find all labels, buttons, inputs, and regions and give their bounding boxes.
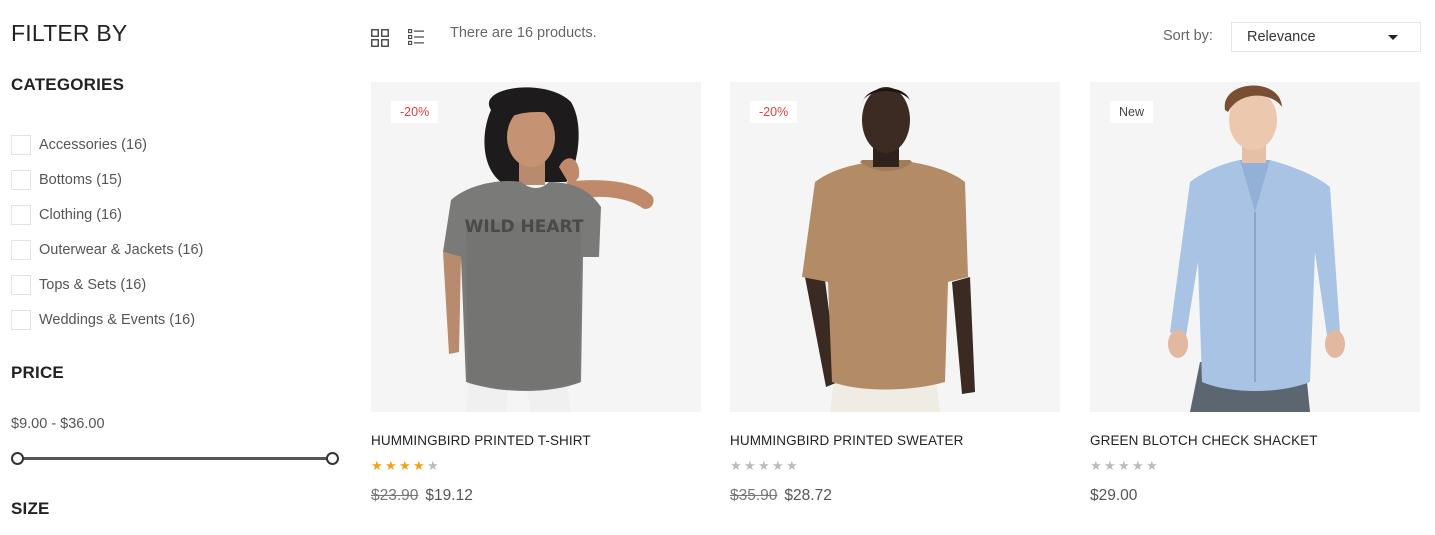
product-image[interactable]: -20%: [730, 82, 1060, 412]
sort-select[interactable]: Relevance: [1231, 22, 1421, 52]
category-checkbox[interactable]: [11, 274, 31, 295]
size-title: SIZE: [11, 499, 50, 518]
category-item-accessories[interactable]: Accessories (16): [11, 127, 203, 162]
sort-value: Relevance: [1247, 29, 1316, 45]
price-slider-max-handle[interactable]: [326, 452, 339, 465]
product-image[interactable]: WILD HEART -20%: [371, 82, 701, 412]
new-badge: New: [1110, 101, 1154, 123]
product-name[interactable]: HUMMINGBIRD PRINTED SWEATER: [730, 433, 963, 448]
price-slider-track: [17, 457, 333, 460]
discount-badge: -20%: [750, 101, 798, 123]
discount-badge: -20%: [391, 101, 439, 123]
category-item-bottoms[interactable]: Bottoms (15): [11, 162, 203, 197]
category-count: (16): [96, 206, 122, 223]
rating-stars: ★ ★ ★ ★ ★: [1090, 459, 1160, 473]
star-icon: ★: [1104, 458, 1116, 473]
star-icon: ★: [786, 458, 798, 473]
category-label: Weddings & Events: [39, 311, 166, 328]
old-price: $35.90: [730, 487, 778, 504]
category-item-weddings-events[interactable]: Weddings & Events (16): [11, 302, 203, 337]
category-checkbox[interactable]: [11, 134, 31, 155]
caret-down-icon: [1388, 35, 1398, 40]
product-image[interactable]: New: [1090, 82, 1420, 412]
price-range-value: $9.00 - $36.00: [11, 416, 105, 432]
category-label: Tops & Sets: [39, 276, 117, 293]
price-slider-min-handle[interactable]: [11, 452, 24, 465]
category-list: Accessories (16) Bottoms (15) Clothing (…: [11, 127, 203, 337]
star-icon: ★: [772, 458, 784, 473]
category-item-outerwear-jackets[interactable]: Outerwear & Jackets (16): [11, 232, 203, 267]
category-checkbox[interactable]: [11, 169, 31, 190]
price-row: $35.90 $28.72: [730, 487, 832, 505]
categories-title: CATEGORIES: [11, 75, 125, 94]
current-price: $29.00: [1090, 487, 1138, 504]
product-name[interactable]: GREEN BLOTCH CHECK SHACKET: [1090, 433, 1318, 448]
category-item-clothing[interactable]: Clothing (16): [11, 197, 203, 232]
product-card[interactable]: WILD HEART -20% HUMMINGBIRD PRINTED T-SH…: [371, 82, 701, 522]
old-price: $23.90: [371, 487, 419, 504]
product-photo-woman-tshirt: WILD HEART: [443, 87, 654, 412]
grid-view-icon[interactable]: [371, 29, 389, 47]
price-row: $29.00: [1090, 487, 1137, 505]
star-icon: ★: [730, 458, 742, 473]
category-count: (16): [121, 136, 147, 153]
sort-label: Sort by:: [1163, 28, 1213, 44]
product-card[interactable]: -20% HUMMINGBIRD PRINTED SWEATER ★ ★ ★ ★…: [730, 82, 1060, 522]
category-label: Bottoms: [39, 171, 93, 188]
star-icon: ★: [1118, 458, 1130, 473]
category-checkbox[interactable]: [11, 204, 31, 225]
price-title: PRICE: [11, 363, 64, 382]
star-icon: ★: [1090, 458, 1102, 473]
product-name[interactable]: HUMMINGBIRD PRINTED T-SHIRT: [371, 433, 591, 448]
category-count: (16): [120, 276, 147, 293]
current-price: $19.12: [425, 487, 473, 504]
current-price: $28.72: [784, 487, 832, 504]
shirt-print-text: WILD HEART: [465, 217, 584, 237]
category-count: (15): [96, 171, 122, 188]
category-item-tops-sets[interactable]: Tops & Sets (16): [11, 267, 203, 302]
filter-title: FILTER BY: [11, 20, 128, 46]
star-icon: ★: [1132, 458, 1144, 473]
star-icon: ★: [371, 458, 383, 473]
product-photo-man-shirt: [1168, 85, 1345, 412]
star-icon: ★: [1146, 458, 1158, 473]
category-count: (16): [169, 311, 196, 328]
product-card[interactable]: New GREEN BLOTCH CHECK SHACKET ★ ★ ★ ★ ★…: [1090, 82, 1420, 522]
product-count: There are 16 products.: [450, 25, 597, 41]
star-icon: ★: [399, 458, 411, 473]
category-label: Accessories: [39, 136, 118, 153]
category-count: (16): [177, 241, 204, 258]
category-checkbox[interactable]: [11, 309, 31, 330]
rating-stars: ★ ★ ★ ★ ★: [371, 459, 441, 473]
star-icon: ★: [385, 458, 397, 473]
product-photo-man-tshirt: [802, 87, 975, 412]
price-slider[interactable]: [11, 452, 339, 466]
category-label: Outerwear & Jackets: [39, 241, 174, 258]
list-view-icon[interactable]: [408, 29, 424, 45]
star-icon: ★: [427, 458, 439, 473]
star-icon: ★: [744, 458, 756, 473]
rating-stars: ★ ★ ★ ★ ★: [730, 459, 800, 473]
category-checkbox[interactable]: [11, 239, 31, 260]
filter-sidebar: FILTER BY CATEGORIES Accessories (16) Bo…: [11, 0, 341, 535]
star-icon: ★: [758, 458, 770, 473]
price-row: $23.90 $19.12: [371, 487, 473, 505]
star-icon: ★: [413, 458, 425, 473]
category-label: Clothing: [39, 206, 93, 223]
